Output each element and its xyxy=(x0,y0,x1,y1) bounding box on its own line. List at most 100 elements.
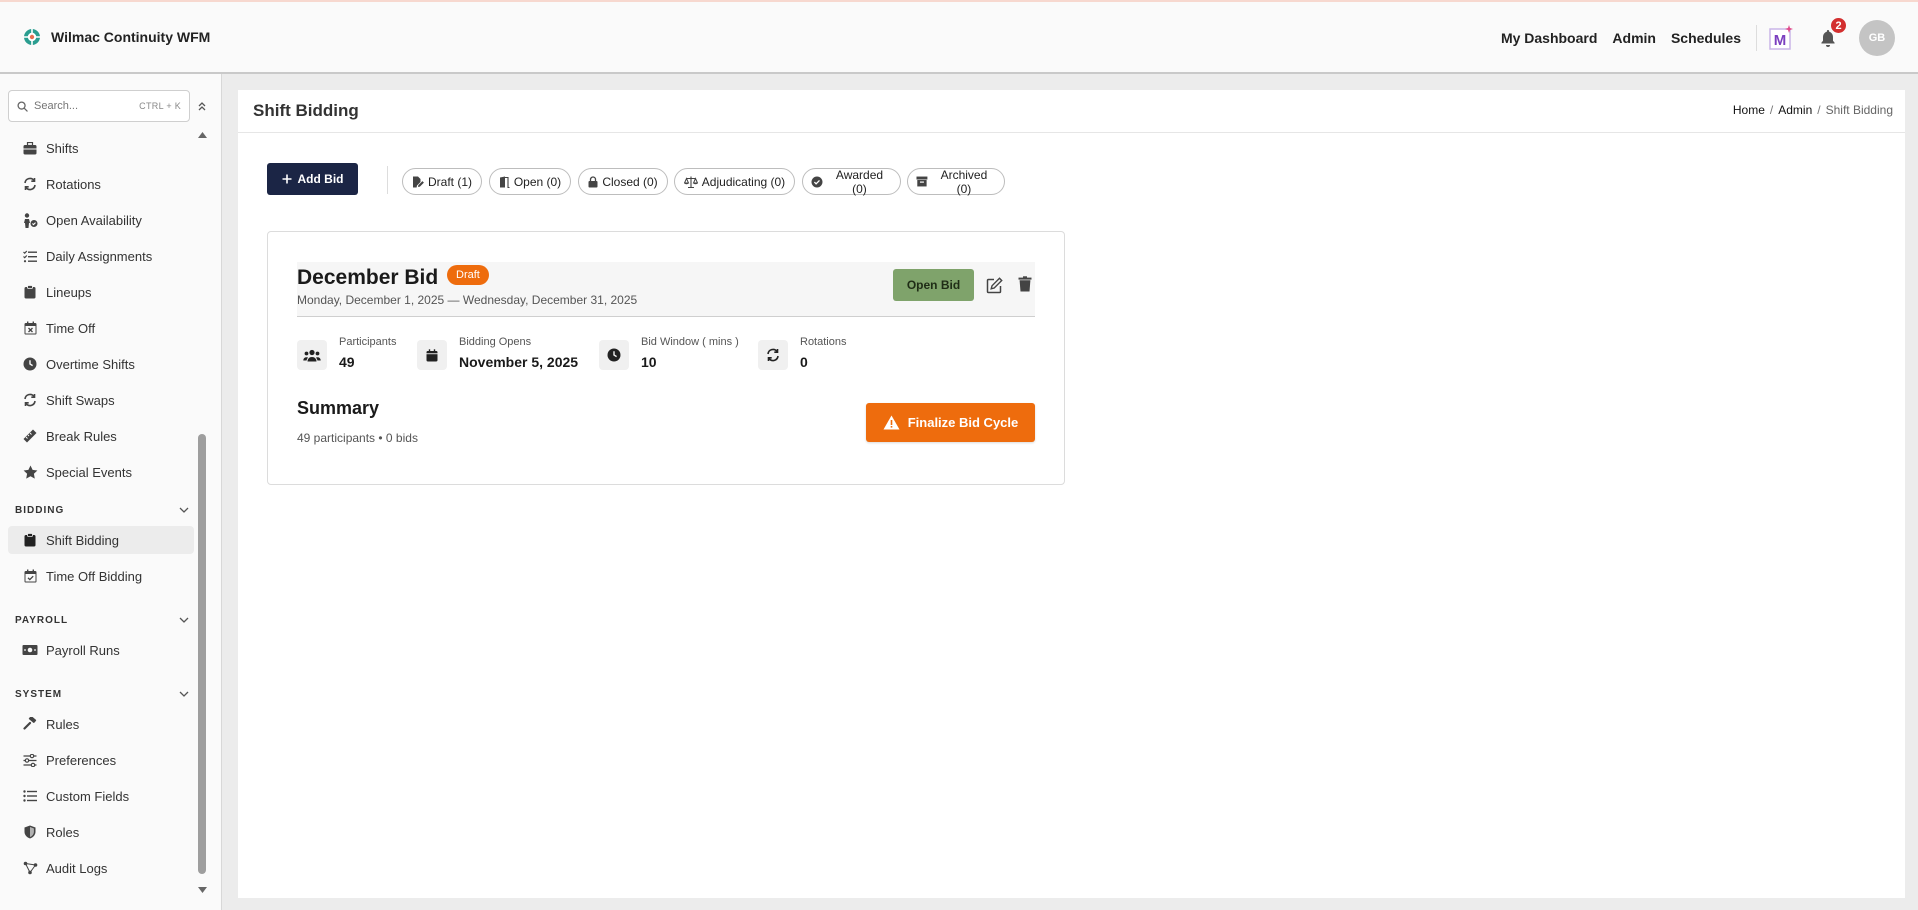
sidebar-item-open-availability[interactable]: Open Availability xyxy=(8,206,194,234)
nav-schedules[interactable]: Schedules xyxy=(1671,30,1741,46)
sidebar-item-break-rules[interactable]: Break Rules xyxy=(8,422,194,450)
chip-label: Adjudicating (0) xyxy=(701,174,786,189)
sidebar-item-label: Time Off xyxy=(46,320,96,336)
chip-label: Open (0) xyxy=(513,174,562,189)
sidebar-item-label: Break Rules xyxy=(46,428,117,444)
chip-label: Archived (0) xyxy=(940,167,988,196)
clock-icon xyxy=(22,356,38,372)
sidebar-item-label: Preferences xyxy=(46,752,117,768)
user-avatar[interactable]: GB xyxy=(1859,20,1895,56)
sidebar-item-label: Special Events xyxy=(46,464,132,480)
breadcrumb-separator: / xyxy=(1817,103,1821,117)
calendar-x-icon xyxy=(22,320,38,336)
stat-value: 49 xyxy=(339,354,355,370)
sidebar-item-label: Payroll Runs xyxy=(46,642,120,658)
breadcrumb-home[interactable]: Home xyxy=(1733,103,1765,117)
gavel-icon xyxy=(22,716,38,732)
sidebar-item-label: Time Off Bidding xyxy=(46,568,143,584)
notifications-bell-icon[interactable]: 2 xyxy=(1817,16,1848,49)
stat-bid-window: Bid Window ( mins ) 10 xyxy=(599,336,739,380)
sidebar-item-lineups[interactable]: Lineups xyxy=(8,278,194,306)
summary-text: 49 participants • 0 bids xyxy=(297,431,418,445)
sidebar-item-label: Shifts xyxy=(46,140,79,156)
scrollbar-thumb[interactable] xyxy=(198,434,206,874)
sidebar-item-roles[interactable]: Roles xyxy=(8,818,194,846)
sidebar-item-special-events[interactable]: Special Events xyxy=(8,458,194,486)
nav-admin[interactable]: Admin xyxy=(1612,30,1656,46)
sidebar-item-daily-assignments[interactable]: Daily Assignments xyxy=(8,242,194,270)
edit-icon[interactable] xyxy=(985,276,1003,294)
sidebar-scrollbar[interactable] xyxy=(195,132,209,896)
stat-label: Bid Window ( mins ) xyxy=(641,336,739,348)
breadcrumb-admin[interactable]: Admin xyxy=(1778,103,1812,117)
chevron-down-icon xyxy=(179,507,189,513)
sidebar-item-label: Open Availability xyxy=(46,212,142,228)
open-bid-button[interactable]: Open Bid xyxy=(893,269,974,301)
breadcrumb-separator: / xyxy=(1769,103,1774,117)
trash-icon[interactable] xyxy=(1017,275,1033,293)
sidebar-item-audit-logs[interactable]: Audit Logs xyxy=(8,854,194,882)
brand-logo-icon xyxy=(23,28,41,46)
toolbar-divider xyxy=(387,166,388,194)
sidebar-item-custom-fields[interactable]: Custom Fields xyxy=(8,782,194,810)
sidebar-item-label: Daily Assignments xyxy=(46,248,153,264)
filter-archived-chip[interactable]: Archived (0) xyxy=(907,167,1005,196)
sidebar-item-rotations[interactable]: Rotations xyxy=(8,170,194,198)
warning-triangle-icon xyxy=(883,415,900,430)
section-title: SYSTEM xyxy=(15,688,63,700)
nav-my-dashboard[interactable]: My Dashboard xyxy=(1501,30,1597,46)
section-header-bidding[interactable]: BIDDING xyxy=(15,502,189,518)
stat-participants: Participants 49 xyxy=(297,336,396,380)
summary-title: Summary xyxy=(297,398,380,418)
filter-adjudicating-chip[interactable]: Adjudicating (0) xyxy=(674,168,795,195)
sidebar-item-time-off[interactable]: Time Off xyxy=(8,314,194,342)
brand[interactable]: Wilmac Continuity WFM xyxy=(23,28,210,46)
breadcrumb: Home / Admin / Shift Bidding xyxy=(1733,103,1893,117)
filter-closed-chip[interactable]: Closed (0) xyxy=(578,168,668,195)
sidebar-item-rules[interactable]: Rules xyxy=(8,710,194,738)
calendar-icon xyxy=(417,340,447,370)
filter-draft-chip[interactable]: Draft (1) xyxy=(402,168,482,195)
section-header-system[interactable]: SYSTEM xyxy=(15,686,189,702)
sidebar-item-label: Overtime Shifts xyxy=(46,356,135,372)
sliders-icon xyxy=(22,752,38,768)
filter-awarded-chip[interactable]: Awarded (0) xyxy=(802,168,901,196)
sidebar-item-label: Audit Logs xyxy=(46,860,108,876)
sidebar-item-label: Rotations xyxy=(46,176,101,192)
search-input[interactable] xyxy=(34,100,134,112)
stat-value: November 5, 2025 xyxy=(459,354,579,370)
collapse-sidebar-chevrons-up-icon[interactable] xyxy=(195,98,209,114)
add-bid-button[interactable]: Add Bid xyxy=(267,163,358,195)
nav-divider xyxy=(1756,25,1757,51)
scroll-down-arrow-icon[interactable] xyxy=(198,887,207,893)
sidebar-item-time-off-bidding[interactable]: Time Off Bidding xyxy=(8,562,194,590)
sidebar-item-shift-bidding[interactable]: Shift Bidding xyxy=(8,526,194,554)
scroll-up-arrow-icon[interactable] xyxy=(198,132,207,138)
sidebar-item-label: Shift Swaps xyxy=(46,392,115,408)
checklist-icon xyxy=(22,248,38,264)
door-open-icon xyxy=(499,176,510,188)
sidebar-item-shifts[interactable]: Shifts xyxy=(8,134,194,162)
bid-date-range: Monday, December 1, 2025 — Wednesday, De… xyxy=(297,293,638,307)
calendar-check-icon xyxy=(22,568,38,584)
bid-card: December Bid Draft Monday, December 1, 2… xyxy=(267,231,1065,485)
sidebar-search[interactable]: CTRL + K xyxy=(8,90,190,122)
sidebar-item-overtime-shifts[interactable]: Overtime Shifts xyxy=(8,350,194,378)
top-navbar: Wilmac Continuity WFM My Dashboard Admin… xyxy=(0,0,1918,74)
rotate-icon xyxy=(22,176,38,192)
stat-value: 0 xyxy=(800,354,808,370)
finalize-bid-cycle-button[interactable]: Finalize Bid Cycle xyxy=(866,403,1035,442)
sidebar-item-preferences[interactable]: Preferences xyxy=(8,746,194,774)
sidebar-item-payroll-runs[interactable]: Payroll Runs xyxy=(8,636,194,664)
sidebar-item-shift-swaps[interactable]: Shift Swaps xyxy=(8,386,194,414)
filter-open-chip[interactable]: Open (0) xyxy=(489,168,571,195)
section-title: PAYROLL xyxy=(15,614,69,626)
m-app-icon[interactable]: M xyxy=(1769,25,1793,51)
main-content: Shift Bidding Home / Admin / Shift Biddi… xyxy=(238,90,1905,898)
stat-label: Rotations xyxy=(800,336,847,348)
stat-rotations: Rotations 0 xyxy=(758,336,846,380)
stat-value: 10 xyxy=(641,354,657,370)
section-header-payroll[interactable]: PAYROLL xyxy=(15,612,189,628)
lock-icon xyxy=(588,175,598,187)
archive-box-icon xyxy=(916,176,928,187)
